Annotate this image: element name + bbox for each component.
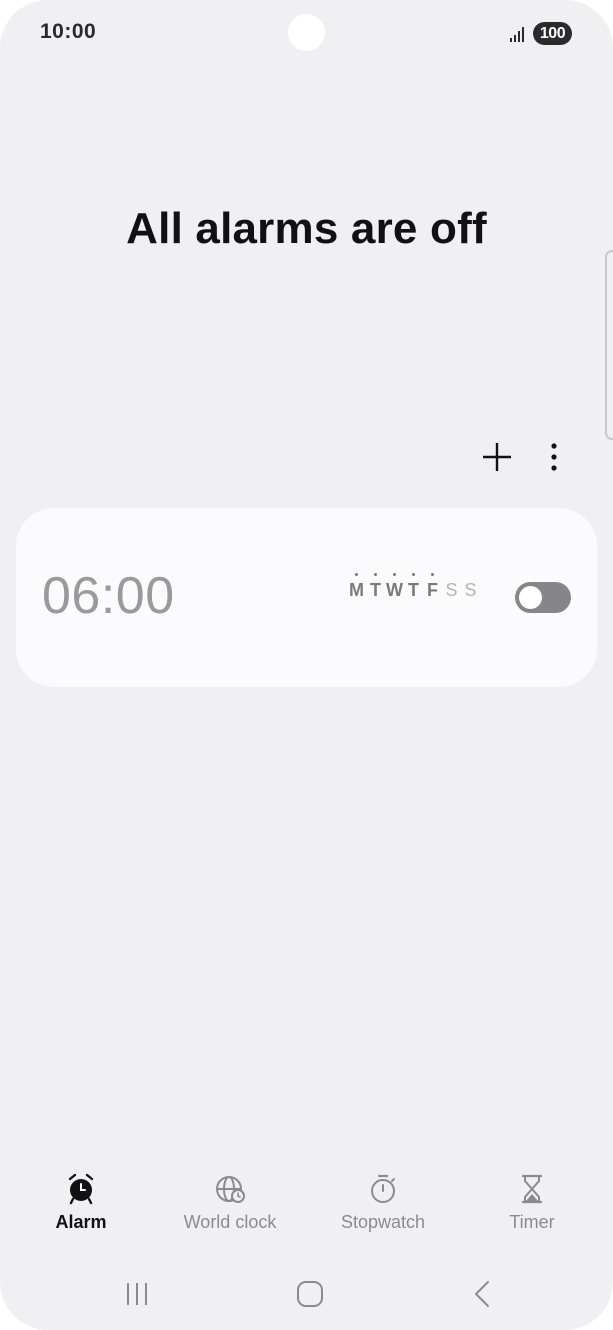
day-thursday: T bbox=[404, 573, 423, 601]
status-time: 10:00 bbox=[40, 20, 97, 43]
day-label: S bbox=[445, 580, 458, 600]
alarm-toggle[interactable] bbox=[515, 582, 571, 613]
back-button[interactable] bbox=[460, 1272, 504, 1316]
day-active-dot bbox=[393, 573, 396, 576]
plus-icon bbox=[483, 443, 511, 471]
day-wednesday: W bbox=[385, 573, 404, 601]
back-icon bbox=[475, 1281, 489, 1307]
camera-cutout bbox=[288, 14, 325, 51]
day-label: M bbox=[349, 580, 364, 600]
day-active-dot bbox=[431, 573, 434, 576]
day-label: T bbox=[370, 580, 381, 600]
more-options-button[interactable] bbox=[532, 435, 576, 479]
home-button[interactable] bbox=[288, 1272, 332, 1316]
alarm-time: 06:00 bbox=[42, 567, 175, 625]
day-active-dot bbox=[355, 573, 358, 576]
battery-indicator: 100 bbox=[533, 22, 572, 45]
tab-label: Timer bbox=[509, 1212, 555, 1232]
more-vertical-icon bbox=[551, 443, 557, 471]
day-friday: F bbox=[423, 573, 442, 601]
recent-apps-button[interactable] bbox=[116, 1272, 160, 1316]
alarm-card[interactable]: 06:00 M T W T F S S bbox=[16, 508, 597, 687]
tab-label: Alarm bbox=[55, 1212, 107, 1232]
tab-world-clock[interactable]: World clock bbox=[160, 1168, 300, 1236]
day-label: W bbox=[386, 580, 403, 600]
toggle-knob bbox=[519, 586, 542, 609]
day-active-dot bbox=[412, 573, 415, 576]
screen: 10:00 100 All alarms are off 06:00 M T W… bbox=[0, 0, 613, 1330]
hourglass-icon bbox=[521, 1174, 543, 1204]
page-title: All alarms are off bbox=[126, 204, 487, 253]
day-saturday: S bbox=[442, 580, 461, 601]
repeat-days: M T W T F S S bbox=[347, 573, 480, 601]
alarm-clock-icon bbox=[68, 1173, 94, 1205]
tab-timer[interactable]: Timer bbox=[462, 1168, 602, 1236]
day-tuesday: T bbox=[366, 573, 385, 601]
tab-stopwatch[interactable]: Stopwatch bbox=[313, 1168, 453, 1236]
home-icon bbox=[297, 1281, 323, 1307]
edge-panel-handle[interactable] bbox=[605, 250, 613, 440]
globe-clock-icon bbox=[216, 1176, 245, 1203]
day-label: S bbox=[464, 580, 477, 600]
signal-icon bbox=[510, 27, 524, 42]
day-label: T bbox=[408, 580, 419, 600]
tab-alarm[interactable]: Alarm bbox=[11, 1168, 151, 1236]
day-monday: M bbox=[347, 573, 366, 601]
day-active-dot bbox=[374, 573, 377, 576]
day-label: F bbox=[427, 580, 438, 600]
stopwatch-icon bbox=[371, 1174, 395, 1203]
day-sunday: S bbox=[461, 580, 480, 601]
add-alarm-button[interactable] bbox=[475, 435, 519, 479]
tab-label: World clock bbox=[183, 1212, 277, 1232]
recent-apps-icon bbox=[127, 1283, 147, 1305]
tab-label: Stopwatch bbox=[340, 1212, 426, 1232]
